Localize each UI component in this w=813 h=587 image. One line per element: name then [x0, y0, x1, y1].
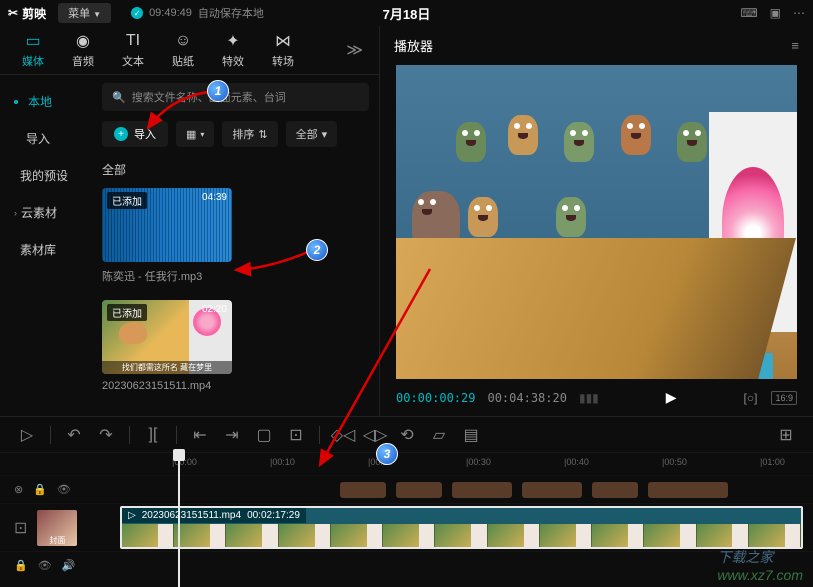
visibility-icon[interactable]: 👁 [38, 559, 52, 572]
caption-tool[interactable]: ▤ [456, 422, 486, 448]
tab-effect[interactable]: ✦ 特效 [208, 31, 258, 69]
added-badge: 已添加 [107, 304, 147, 321]
slip-tool[interactable]: ⊡ [281, 422, 311, 448]
track-video[interactable]: ▷ 20230623151511.mp4 00:02:17:29 [120, 504, 813, 551]
media-item-video[interactable]: 已添加 02:20 找们都需这所名 藏在梦里 [102, 300, 232, 374]
crop-tool[interactable]: ▱ [424, 422, 454, 448]
watermark: 下载之家 www.xz7.com [717, 547, 803, 583]
video-clip[interactable]: ▷ 20230623151511.mp4 00:02:17:29 [120, 506, 803, 549]
autosave-status: ✓ 09:49:49 自动保存本地 [131, 5, 264, 21]
search-icon: 🔍 [112, 91, 126, 104]
mute-icon[interactable]: 🔊 [62, 559, 76, 572]
collapse-icon[interactable]: ⊡ [14, 518, 27, 538]
sidebar-cloud[interactable]: › 云素材 [0, 194, 92, 231]
tabs-more[interactable]: ≫ [338, 36, 371, 64]
document-title: 7月18日 [383, 4, 431, 23]
track-head-effects[interactable]: ⊗ 🔒 👁 [0, 483, 120, 496]
check-icon: ✓ [131, 7, 143, 19]
menu-button[interactable]: 菜单 ▼ [58, 3, 111, 23]
sidebar-presets[interactable]: 我的预设 [0, 157, 92, 194]
tab-transition[interactable]: ⋈ 转场 [258, 31, 308, 69]
tab-audio[interactable]: ◉ 音频 [58, 31, 108, 69]
cover-thumbnail[interactable]: 封面 [37, 510, 77, 546]
sidebar-library[interactable]: 素材库 [0, 231, 92, 268]
clip-name: 20230623151511.mp4 [142, 510, 241, 521]
sidebar-import[interactable]: 导入 [0, 120, 92, 157]
duration-label: 04:39 [202, 192, 227, 203]
added-badge: 已添加 [107, 192, 147, 209]
audio-icon: ◉ [76, 31, 90, 51]
media-item-audio[interactable]: 已添加 04:39 [102, 188, 232, 262]
player-title: 播放器 [394, 36, 433, 55]
text-icon: TI [126, 31, 140, 51]
tab-sticker[interactable]: ☺ 贴纸 [158, 31, 208, 69]
timeline-ruler[interactable]: |00:00 |00:10 |00:20 |00:30 |00:40 |00:5… [120, 453, 813, 475]
duration-label: 02:20 [202, 304, 227, 315]
clip-type-icon: ▷ [128, 510, 136, 521]
section-title: 全部 [102, 161, 369, 178]
undo-button[interactable]: ↶ [59, 422, 89, 448]
lock-icon[interactable]: 🔒 [33, 483, 47, 496]
tab-text[interactable]: TI 文本 [108, 31, 158, 69]
media-item-name: 20230623151511.mp4 [102, 380, 369, 392]
visibility-icon[interactable]: 👁 [57, 483, 71, 496]
trim-left-tool[interactable]: ⇤ [185, 422, 215, 448]
chevron-right-icon: › [14, 208, 17, 218]
plus-icon: + [114, 127, 128, 141]
timeline-settings[interactable]: ⊞ [771, 422, 801, 448]
caption-preview: 找们都需这所名 藏在梦里 [102, 361, 232, 374]
media-item-name: 陈奕迅 - 任我行.mp3 [102, 268, 369, 284]
track-head-video[interactable]: ⊡ 封面 [0, 504, 120, 551]
select-tool[interactable]: ▷ [12, 422, 42, 448]
layout-icon[interactable]: ▣ [770, 6, 781, 20]
lock-icon[interactable]: 🔒 [14, 559, 28, 572]
sidebar-local[interactable]: 本地 [0, 83, 92, 120]
track-effects[interactable] [120, 476, 813, 503]
app-logo: ✂ 剪映 [8, 5, 46, 22]
total-timecode: 00:04:38:20 [487, 391, 566, 405]
rotate-tool[interactable]: ⟲ [392, 422, 422, 448]
split-tool[interactable]: ]​[ [138, 422, 168, 448]
annotation-marker-3: 3 [376, 443, 398, 465]
video-preview[interactable] [396, 65, 797, 379]
player-menu-icon[interactable]: ≡ [791, 38, 799, 53]
transition-icon: ⋈ [275, 31, 291, 51]
current-timecode: 00:00:00:29 [396, 391, 475, 405]
track-head-audio[interactable]: 🔒 👁 🔊 [0, 559, 120, 572]
focus-icon[interactable]: [○] [744, 391, 758, 405]
sticker-icon: ☺ [175, 31, 191, 51]
shortcut-icon[interactable]: ⌨ [740, 6, 757, 20]
aspect-ratio-button[interactable]: 16:9 [771, 391, 797, 405]
redo-button[interactable]: ↷ [91, 422, 121, 448]
filter-all-button[interactable]: 全部 ▾ [286, 121, 338, 147]
filter-icon: ▾ [322, 128, 328, 141]
track-audio[interactable] [120, 552, 813, 579]
effect-icon: ✦ [226, 31, 239, 51]
delete-button[interactable]: ▢ [249, 422, 279, 448]
annotation-marker-2: 2 [306, 239, 328, 261]
search-input[interactable]: 🔍 搜索文件名称、画面元素、台词 [102, 83, 369, 111]
grid-icon: ▦ [186, 128, 196, 141]
view-mode-button[interactable]: ▦▾ [176, 121, 214, 147]
tab-media[interactable]: ▭ 媒体 [8, 31, 58, 69]
sort-button[interactable]: 排序 ⇅ [222, 121, 277, 147]
keyframe-tool[interactable]: ◇◁ [328, 422, 358, 448]
import-button[interactable]: + 导入 [102, 121, 168, 147]
play-button[interactable]: ▶ [666, 389, 677, 406]
clip-duration: 00:02:17:29 [247, 510, 300, 521]
scissors-icon: ✂ [8, 6, 18, 20]
trim-right-tool[interactable]: ⇥ [217, 422, 247, 448]
annotation-marker-1: 1 [207, 80, 229, 102]
more-icon[interactable]: ⋯ [793, 6, 805, 20]
media-icon: ▭ [25, 31, 40, 51]
link-icon: ⊗ [14, 483, 23, 496]
